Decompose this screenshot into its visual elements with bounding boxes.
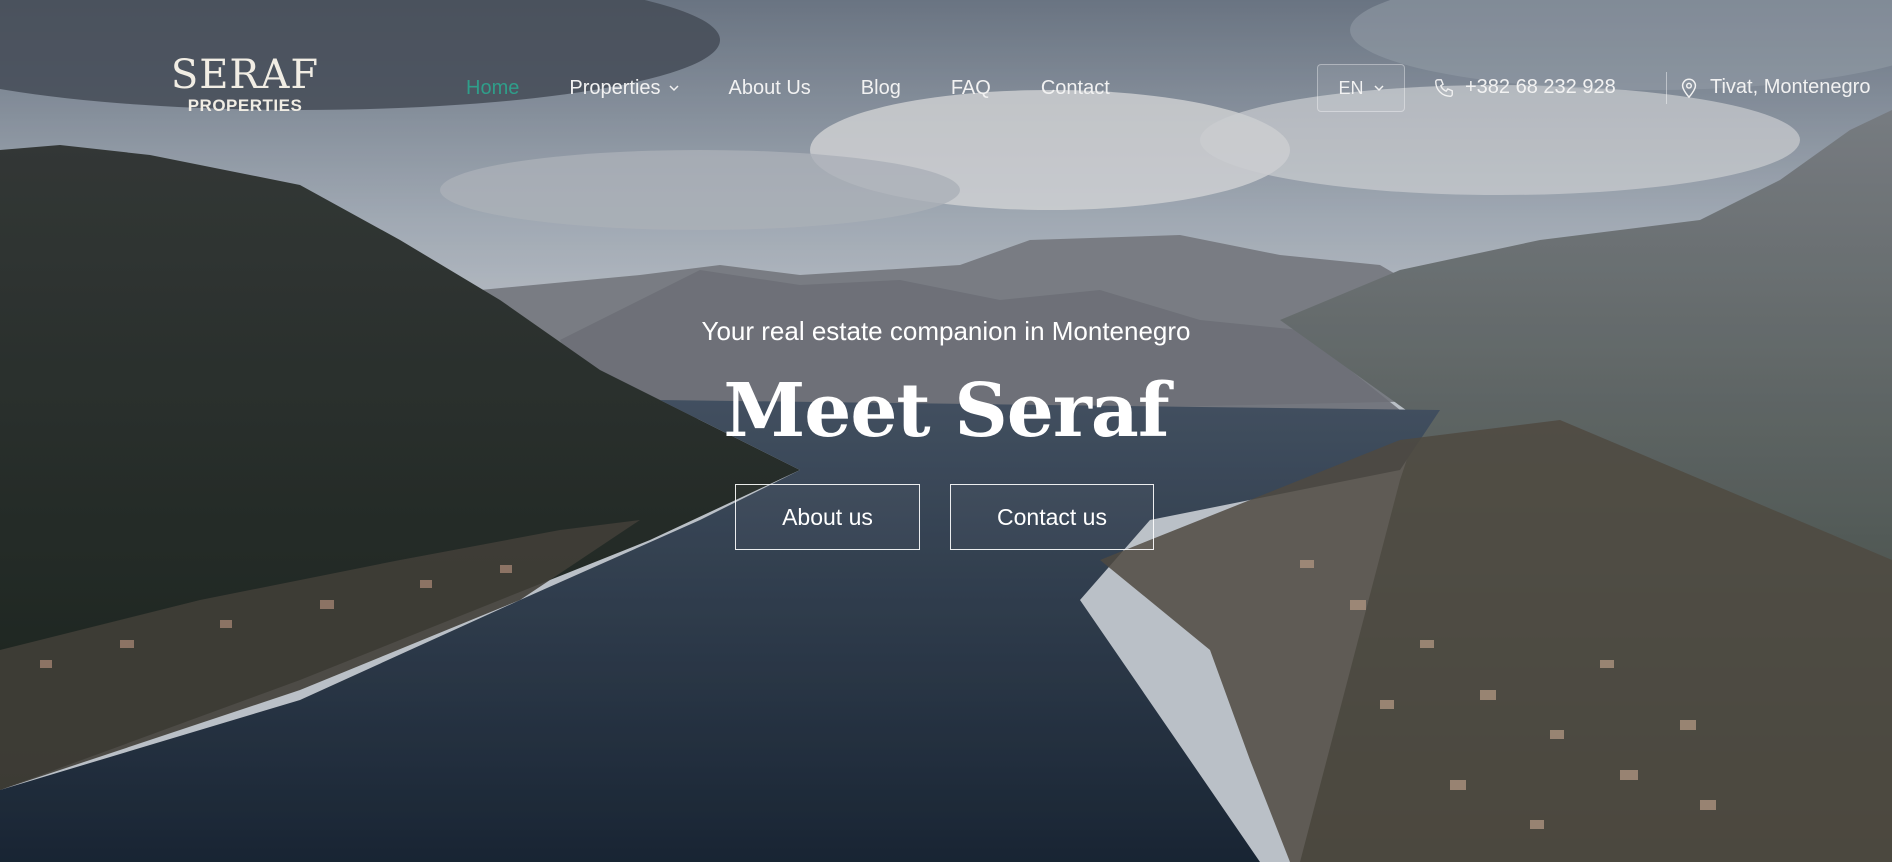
- phone-link[interactable]: +382 68 232 928: [1433, 76, 1616, 99]
- nav-item-contact[interactable]: Contact: [1041, 77, 1110, 100]
- button-label: About us: [782, 503, 873, 530]
- nav-item-home[interactable]: Home: [466, 77, 519, 100]
- location-text: Tivat, Montenegro: [1710, 76, 1871, 98]
- nav-item-about-us[interactable]: About Us: [729, 77, 811, 100]
- location-link[interactable]: Tivat, Montenegro: [1678, 76, 1870, 99]
- nav-item-properties[interactable]: Properties: [569, 76, 679, 100]
- nav-item-label: Properties: [569, 76, 661, 99]
- chevron-down-icon: [1373, 85, 1384, 92]
- phone-number: +382 68 232 928: [1465, 76, 1616, 98]
- hero-title: Meet Seraf: [723, 368, 1169, 454]
- nav-item-label: Home: [466, 76, 520, 99]
- language-selected: EN: [1338, 77, 1364, 98]
- nav-item-label: About Us: [728, 76, 811, 99]
- brand-name: SERAF: [170, 52, 320, 98]
- brand-logo[interactable]: SERAF PROPERTIES: [170, 54, 320, 116]
- nav-item-blog[interactable]: Blog: [861, 77, 901, 100]
- nav-item-label: Blog: [860, 76, 901, 99]
- language-selector[interactable]: EN: [1317, 64, 1405, 112]
- nav-item-label: Contact: [1040, 76, 1110, 99]
- button-label: Contact us: [997, 503, 1107, 530]
- header-divider: [1666, 72, 1667, 104]
- chevron-down-icon: [668, 85, 679, 92]
- hero-tagline: Your real estate companion in Montenegro: [701, 316, 1191, 346]
- main-nav: Home Properties About Us Blog FAQ Contac…: [466, 76, 1160, 100]
- location-pin-icon: [1681, 78, 1697, 98]
- brand-subtitle: PROPERTIES: [187, 96, 303, 115]
- nav-item-faq[interactable]: FAQ: [951, 77, 991, 100]
- contact-us-button[interactable]: Contact us: [950, 484, 1154, 550]
- about-us-button[interactable]: About us: [735, 484, 920, 550]
- phone-icon: [1435, 78, 1453, 97]
- nav-item-label: FAQ: [950, 76, 991, 99]
